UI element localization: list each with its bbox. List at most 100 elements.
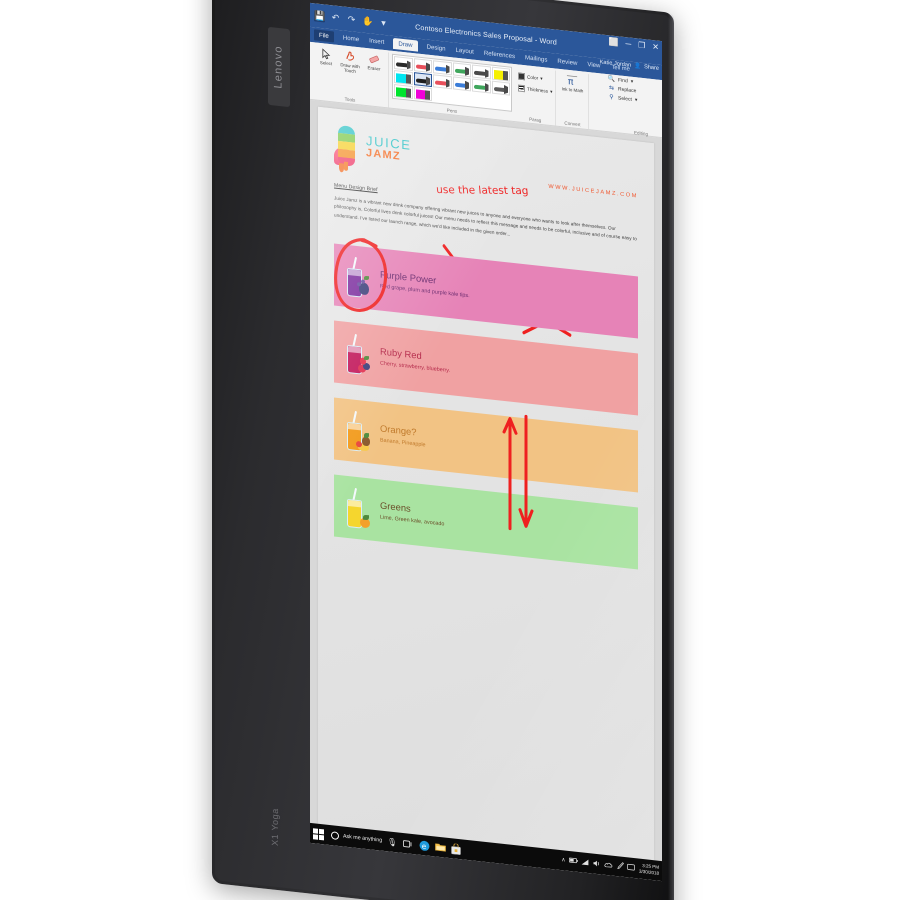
laptop-screen: 💾 ↶ ↷ ✋ ▾ Contoso Electronics Sales Prop… (310, 2, 662, 882)
restore-button[interactable]: ❐ (638, 41, 645, 51)
tab-layout[interactable]: Layout (455, 47, 475, 56)
find-chevron-icon[interactable]: ▾ (631, 78, 634, 84)
battery-icon[interactable] (568, 857, 578, 866)
redo-icon[interactable]: ↷ (346, 13, 357, 25)
eraser-icon (367, 51, 381, 67)
cortana-circle-icon[interactable] (331, 831, 339, 841)
tab-references[interactable]: References (483, 50, 516, 61)
tab-mailings[interactable]: Mailings (524, 54, 548, 64)
model-badge: X1 Yoga (266, 789, 284, 865)
network-icon[interactable] (581, 858, 589, 868)
pen-color-label: Color (527, 74, 539, 81)
file-explorer-icon[interactable] (434, 840, 446, 853)
select-icon: ⚲ (609, 94, 614, 101)
tab-home[interactable]: Home (342, 34, 360, 43)
popsicle-icon (334, 124, 360, 173)
pen-gray[interactable] (472, 64, 491, 80)
edge-icon[interactable]: e (418, 839, 430, 852)
juice-band-orange[interactable]: Orange? Banana, Pineapple (334, 397, 638, 493)
window-controls[interactable]: ⬜ ─ ❐ ✕ (608, 37, 659, 51)
volume-icon[interactable] (593, 859, 601, 869)
close-button[interactable]: ✕ (652, 42, 659, 52)
lenovo-logo-text: Lenovo (273, 44, 286, 90)
action-center-icon[interactable] (627, 863, 636, 873)
pen-blue[interactable] (433, 60, 452, 76)
share-button[interactable]: Share (644, 64, 659, 72)
juice-glass-orange-icon (344, 410, 370, 453)
customize-qat-icon[interactable]: ▾ (378, 17, 389, 29)
microsoft-store-icon[interactable] (450, 842, 462, 855)
cursor-icon (319, 46, 333, 62)
touch-mode-icon[interactable]: ✋ (362, 15, 373, 27)
pen-green-2[interactable] (472, 78, 491, 94)
juice-text-greens: Greens Lime, Green kale, avocado (380, 499, 444, 528)
ribbon-display-options-icon[interactable]: ⬜ (608, 37, 618, 47)
highlighter-magenta[interactable] (413, 86, 432, 102)
pen-icon[interactable] (617, 861, 624, 872)
pen-gray-2[interactable] (491, 80, 510, 96)
task-view-icon[interactable] (402, 837, 414, 850)
ink-to-math-label: Ink to Math (561, 86, 584, 94)
lenovo-logo: Lenovo (268, 26, 290, 108)
document-canvas[interactable]: JUICE JAMZ WWW.JUICEJAMZ.COM Menu Design… (310, 99, 662, 862)
select-chevron-icon[interactable]: ▾ (635, 97, 638, 103)
tab-draw[interactable]: Draw (393, 37, 418, 52)
search-placeholder: Ask me anything (343, 833, 383, 844)
svg-text:e: e (421, 841, 426, 851)
pen-thickness-label: Thickness (527, 86, 549, 94)
pen-black-selected[interactable] (413, 72, 432, 88)
ribbon-group-convert: π Ink to Math Convert (556, 70, 590, 130)
pen-green[interactable] (452, 62, 471, 78)
taskbar-clock[interactable]: 3:25 PM 3/30/2018 (639, 863, 659, 876)
pen-blue-2[interactable] (452, 76, 471, 92)
select-label: Select (319, 59, 333, 67)
ink-to-math-button[interactable]: π Ink to Math (559, 72, 585, 94)
model-badge-text: X1 Yoga (270, 807, 280, 847)
windows-start-icon[interactable] (313, 827, 324, 840)
undo-icon[interactable]: ↶ (330, 12, 341, 24)
juice-text-ruby-red: Ruby Red Cherry, strawberry, blueberry. (380, 345, 450, 375)
pen-black[interactable] (394, 56, 413, 72)
logo-text: JUICE JAMZ (366, 128, 412, 166)
draw-with-touch-button[interactable]: Draw with Touch (339, 48, 361, 75)
highlighter-yellow[interactable] (491, 66, 510, 82)
juice-band-purple-power[interactable]: Purple Power Red grape, plum and purple … (334, 238, 638, 339)
pen-red-2[interactable] (433, 74, 452, 90)
juice-list: Purple Power Red grape, plum and purple … (334, 238, 638, 570)
select-button[interactable]: Select (315, 45, 337, 67)
document-page[interactable]: JUICE JAMZ WWW.JUICEJAMZ.COM Menu Design… (318, 106, 654, 861)
find-label: Find (618, 76, 628, 84)
person-icon: 👤 (634, 63, 642, 70)
pen-red[interactable] (413, 58, 432, 74)
show-hidden-icons-icon[interactable]: ∧ (561, 857, 565, 863)
tab-file[interactable]: File (314, 29, 334, 43)
highlighter-green[interactable] (394, 84, 413, 100)
pen-color-dropdown[interactable]: Color ▾ (518, 71, 552, 84)
eraser-button[interactable]: Eraser (363, 51, 385, 73)
juice-glass-greens-icon (344, 487, 370, 530)
popsicle-body (338, 124, 355, 167)
juice-band-ruby-red[interactable]: Ruby Red Cherry, strawberry, blueberry. (334, 320, 638, 416)
tab-design[interactable]: Design (426, 43, 447, 53)
minimize-button[interactable]: ─ (625, 39, 631, 49)
editing-group[interactable]: 🔍 Find ▾ ⇆ Replace ⚲ Select ▾ (608, 75, 660, 106)
highlighter-cyan[interactable] (394, 70, 413, 86)
ink-note-text: use the latest tag (435, 183, 529, 198)
onedrive-icon[interactable] (604, 860, 613, 870)
chevron-down-icon[interactable]: ▾ (540, 75, 542, 81)
pen-thickness-dropdown[interactable]: Thickness ▾ (518, 83, 552, 96)
screenshot-stage: Lenovo X1 Yoga 💾 ↶ ↷ ✋ ▾ Contoso Electro… (0, 0, 900, 900)
chevron-down-icon-2[interactable]: ▾ (550, 88, 552, 94)
hand-draw-icon (343, 48, 357, 64)
svg-text:π: π (568, 76, 574, 88)
juice-band-greens[interactable]: Greens Lime, Green kale, avocado (334, 474, 638, 570)
tab-insert[interactable]: Insert (368, 37, 385, 46)
search-icon: 🔍 (607, 76, 616, 84)
search-input[interactable]: Ask me anything (328, 831, 382, 845)
save-icon[interactable]: 💾 (314, 9, 325, 23)
replace-icon: ⇆ (608, 85, 615, 92)
microphone-icon[interactable]: 🎙 (386, 835, 398, 848)
replace-label: Replace (618, 85, 637, 94)
quick-access-toolbar[interactable]: 💾 ↶ ↷ ✋ ▾ (314, 9, 389, 29)
tab-review[interactable]: Review (556, 58, 578, 67)
